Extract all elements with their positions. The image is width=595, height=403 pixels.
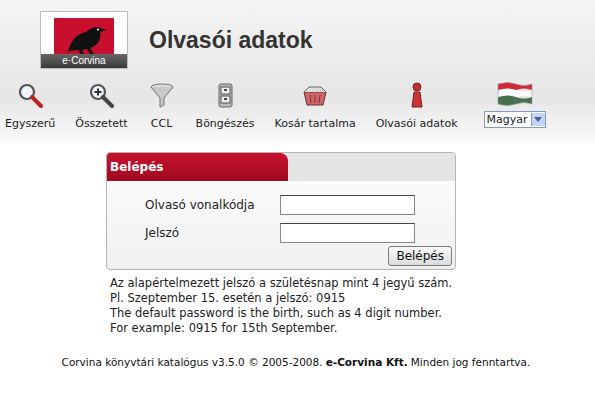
basket-icon: [301, 81, 329, 109]
toolbar: Egyszerű Összetett CCL Böngészés Kosár tarta…: [0, 71, 595, 130]
logo[interactable]: e·Corvina: [40, 11, 128, 69]
form-row: Jelszó: [107, 223, 455, 243]
form-row: Olvasó vonalkódja: [107, 195, 455, 215]
nav-label[interactable]: Kosár tartalma: [275, 117, 356, 130]
nav-label[interactable]: Egyszerű: [5, 117, 55, 130]
nav-label[interactable]: Böngészés: [196, 117, 255, 130]
footer-text: Corvina könyvtári katalógus v3.5.0 © 200…: [62, 356, 323, 368]
info-line: Pl. Szeptember 15. esetén a jelszó: 0915: [110, 291, 595, 306]
search-icon: [16, 81, 44, 109]
login-button[interactable]: Belépés: [388, 246, 452, 266]
funnel-icon: [148, 81, 176, 109]
header: e·Corvina Olvasói adatok Egyszerű Összetett…: [0, 0, 595, 142]
cabinet-icon: [211, 81, 239, 109]
info-line: For example: 0915 for 15th September.: [110, 321, 595, 336]
hungarian-flag-icon: [496, 81, 534, 107]
button-row: Belépés: [107, 243, 455, 269]
language-value[interactable]: Magyar: [487, 113, 528, 126]
nav-label[interactable]: Összetett: [75, 117, 127, 130]
login-title: Belépés: [107, 153, 288, 181]
field-label: Olvasó vonalkódja: [145, 198, 280, 212]
barcode-input[interactable]: [280, 195, 415, 215]
page-title: Olvasói adatok: [149, 27, 313, 54]
logo-text: e·Corvina: [41, 54, 127, 68]
password-input[interactable]: [280, 223, 415, 243]
nav-item[interactable]: Összetett: [75, 81, 127, 130]
person-icon: [403, 81, 431, 109]
nav-item[interactable]: Böngészés: [196, 81, 255, 130]
info-text: Az alapértelmezett jelszó a születésnap …: [110, 276, 595, 336]
language-dropdown[interactable]: Magyar: [484, 111, 546, 128]
crow-icon: [54, 18, 114, 54]
nav-item[interactable]: CCL: [148, 81, 176, 130]
zoom-icon: [87, 81, 115, 109]
login-panel: Belépés Olvasó vonalkódja Jelszó Belépés: [106, 152, 456, 270]
nav-item[interactable]: Egyszerű: [5, 81, 55, 130]
info-line: The default password is the birth, such …: [110, 306, 595, 321]
nav-item[interactable]: Kosár tartalma: [275, 81, 356, 130]
nav-label[interactable]: CCL: [151, 117, 173, 130]
title-bar: e·Corvina Olvasói adatok: [0, 0, 595, 71]
login-header: Belépés: [107, 153, 455, 181]
footer-company: e-Corvina Kft.: [326, 356, 408, 368]
logo-picture: [41, 12, 127, 54]
footer: Corvina könyvtári katalógus v3.5.0 © 200…: [0, 356, 595, 368]
nav-label[interactable]: Olvasói adatok: [376, 117, 458, 130]
nav-item[interactable]: Olvasói adatok: [376, 81, 458, 130]
dropdown-arrow-icon[interactable]: [531, 113, 545, 126]
language-selector: Magyar: [484, 81, 546, 128]
footer-rights: Minden jog fenntartva.: [411, 356, 531, 368]
login-form: Olvasó vonalkódja Jelszó Belépés: [107, 181, 455, 269]
info-line: Az alapértelmezett jelszó a születésnap …: [110, 276, 595, 291]
field-label: Jelszó: [145, 226, 280, 240]
